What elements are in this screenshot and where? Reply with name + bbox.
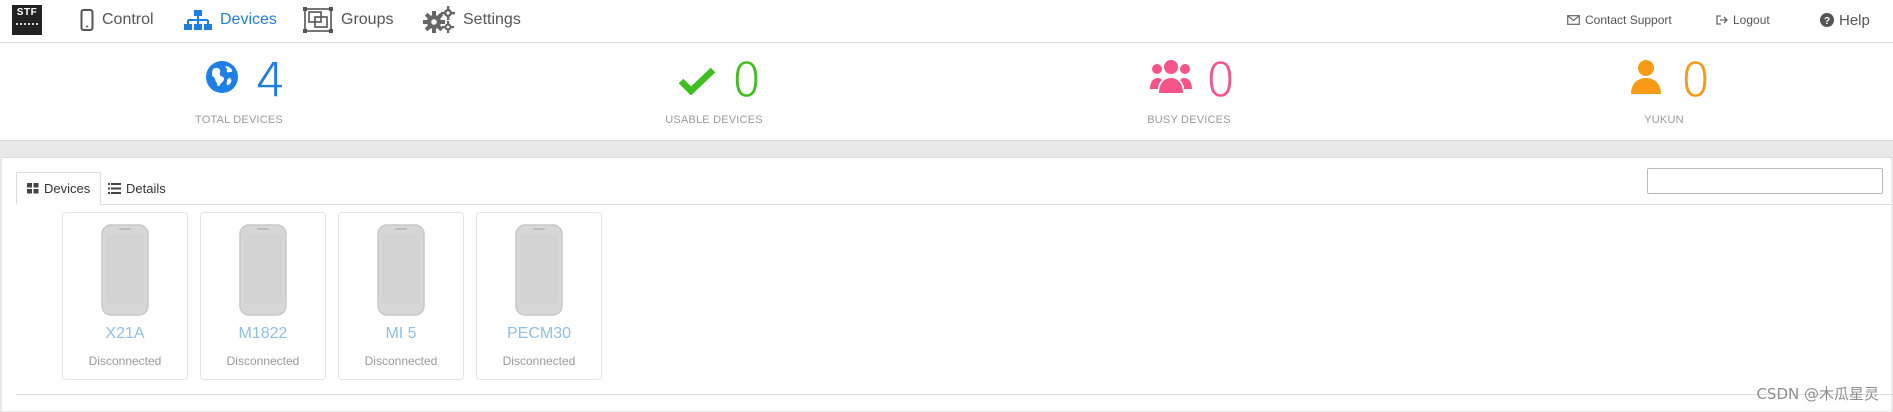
user-icon: [1631, 60, 1661, 94]
nav-settings[interactable]: Settings: [423, 0, 521, 40]
stat-total-devices-label: TOTAL DEVICES: [195, 114, 283, 126]
device-name[interactable]: M1822: [201, 325, 325, 343]
stat-busy-devices-label: BUSY DEVICES: [1147, 114, 1231, 126]
device-status: Disconnected: [226, 354, 300, 368]
device-stats-panel: 4 TOTAL DEVICES 0 USABLE DEVICES 0 BUSY …: [0, 43, 1893, 141]
nav-control[interactable]: Control: [80, 0, 154, 40]
device-status: Disconnected: [364, 354, 438, 368]
stat-busy-devices-value: 0: [1206, 53, 1236, 108]
stat-usable-devices-label: USABLE DEVICES: [665, 114, 763, 126]
sign-out-icon: [1716, 15, 1728, 25]
stat-user: 0 YUKUN: [1564, 43, 1764, 140]
nav-settings-label: Settings: [463, 11, 521, 28]
mobile-phone-icon: [80, 9, 94, 31]
nav-groups-label: Groups: [341, 11, 394, 28]
sitemap-icon: [184, 10, 212, 30]
stat-usable-devices-value: 0: [732, 53, 762, 108]
users-icon: [1150, 60, 1192, 93]
phone-icon: [377, 224, 425, 316]
nav-devices-label: Devices: [220, 11, 277, 28]
top-navbar: STF Control Devices Groups Settings Cont…: [0, 0, 1893, 43]
phone-icon: [515, 224, 563, 316]
list-icon: [108, 182, 121, 194]
stat-total-devices: 4 TOTAL DEVICES: [139, 43, 339, 140]
contact-support-link[interactable]: Contact Support: [1567, 0, 1672, 40]
svg-text:?: ?: [1824, 16, 1830, 27]
check-icon: [679, 67, 715, 95]
stf-logo[interactable]: STF: [12, 5, 42, 35]
stat-user-label: YUKUN: [1644, 114, 1684, 126]
nav-groups[interactable]: Groups: [303, 0, 393, 40]
help-link[interactable]: ? Help: [1820, 0, 1870, 40]
device-search-input[interactable]: [1647, 168, 1883, 194]
watermark-text: CSDN @木瓜星灵: [1756, 385, 1879, 403]
stat-usable-devices: 0 USABLE DEVICES: [614, 43, 814, 140]
logout-label: Logout: [1733, 13, 1770, 27]
nav-devices[interactable]: Devices: [184, 0, 277, 40]
phone-icon: [101, 224, 149, 316]
tab-devices-label: Devices: [44, 181, 91, 196]
device-card[interactable]: X21A Disconnected: [62, 212, 188, 380]
phone-icon: [239, 224, 287, 316]
stat-user-value: 0: [1681, 53, 1711, 108]
devices-panel: Devices Details X21A Disconnected M1822 …: [2, 157, 1891, 411]
device-card[interactable]: M1822 Disconnected: [200, 212, 326, 380]
device-name[interactable]: X21A: [63, 325, 187, 343]
gears-icon: [423, 6, 455, 33]
panel-divider: [16, 394, 1891, 395]
globe-icon: [206, 61, 238, 93]
device-name[interactable]: PECM30: [477, 325, 601, 343]
groups-icon: [303, 7, 333, 33]
logo-text: STF: [16, 7, 38, 18]
nav-control-label: Control: [102, 11, 154, 28]
envelope-icon: [1567, 15, 1580, 25]
help-label: Help: [1839, 11, 1870, 29]
contact-support-label: Contact Support: [1585, 13, 1672, 27]
th-large-icon: [27, 183, 39, 194]
stat-total-devices-value: 4: [256, 53, 286, 108]
device-name[interactable]: MI 5: [339, 325, 463, 343]
logo-bars-icon: [16, 23, 38, 30]
view-tabs: Devices Details: [16, 172, 1891, 205]
question-circle-icon: ?: [1820, 13, 1834, 27]
tab-details[interactable]: Details: [98, 172, 176, 204]
stat-busy-devices: 0 BUSY DEVICES: [1089, 43, 1289, 140]
device-card[interactable]: MI 5 Disconnected: [338, 212, 464, 380]
device-status: Disconnected: [502, 354, 576, 368]
logout-link[interactable]: Logout: [1716, 0, 1770, 40]
tab-devices[interactable]: Devices: [16, 172, 102, 205]
device-status: Disconnected: [88, 354, 162, 368]
tab-details-label: Details: [126, 180, 166, 196]
device-card[interactable]: PECM30 Disconnected: [476, 212, 602, 380]
